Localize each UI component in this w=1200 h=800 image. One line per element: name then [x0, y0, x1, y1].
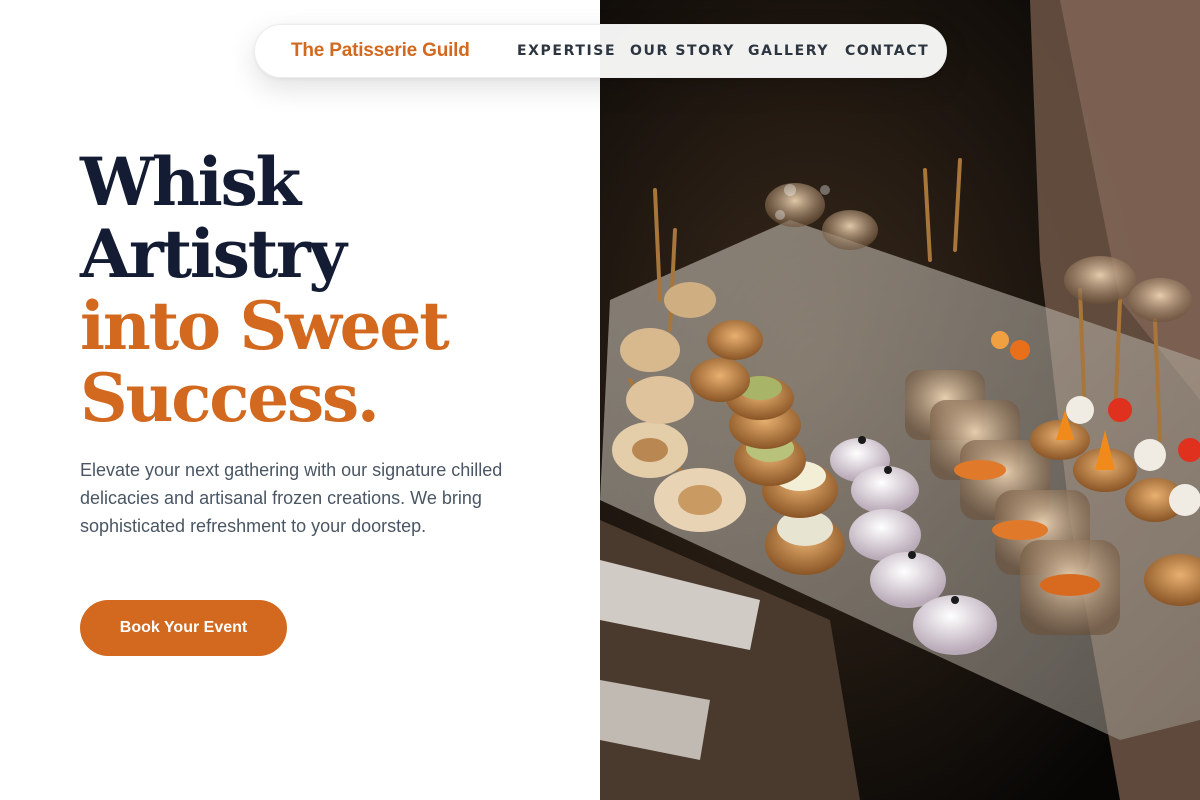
headline-line-3: into Sweet: [80, 287, 450, 365]
headline-line-1: Whisk: [80, 143, 301, 221]
hero-description: Elevate your next gathering with our sig…: [80, 460, 503, 536]
nav-link-gallery[interactable]: GALLERY: [748, 43, 829, 59]
hero-photo: [600, 0, 1200, 800]
brand-logo[interactable]: The Patisserie Guild: [291, 40, 470, 62]
nav-link-our-story[interactable]: OUR STORY: [630, 43, 735, 59]
catering-tray-image: [600, 0, 1200, 800]
nav-link-expertise[interactable]: EXPERTISE: [517, 43, 616, 59]
hero-headline: Whisk Artistry into Sweet Success.: [80, 146, 580, 434]
book-event-button[interactable]: Book Your Event: [80, 600, 287, 656]
nav-link-contact[interactable]: CONTACT: [845, 43, 929, 59]
headline-line-4: Success.: [80, 359, 380, 437]
top-navigation: The Patisserie Guild EXPERTISE OUR STORY…: [254, 24, 947, 78]
headline-line-2: Artistry: [80, 215, 347, 293]
